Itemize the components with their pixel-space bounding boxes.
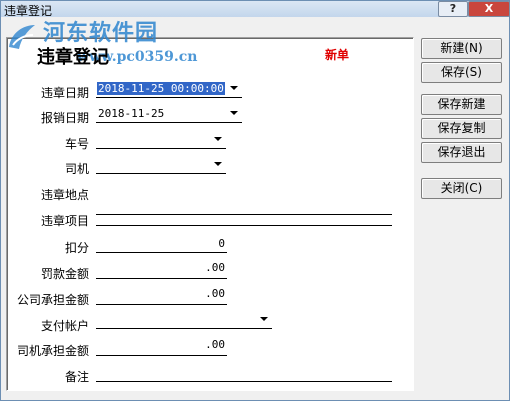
- violation-item-label: 违章项目: [41, 214, 90, 228]
- watermark-logo-icon: [9, 25, 35, 49]
- car-number-select[interactable]: [96, 132, 226, 148]
- save-button[interactable]: 保存(S): [421, 62, 502, 83]
- fine-value: .00: [205, 261, 225, 274]
- reimburse-date-value: 2018-11-25: [98, 107, 165, 120]
- field-underline: [96, 97, 242, 98]
- company-share-value: .00: [205, 287, 225, 300]
- driver-share-input[interactable]: .00: [96, 338, 227, 356]
- violation-date-label: 违章日期: [41, 86, 90, 100]
- help-button[interactable]: ?: [438, 1, 468, 17]
- remark-label: 备注: [65, 370, 90, 384]
- car-number-label: 车号: [65, 137, 90, 151]
- field-underline: [96, 173, 226, 174]
- save-new-button[interactable]: 保存新建: [421, 94, 502, 115]
- driver-share-label: 司机承担金额: [17, 344, 90, 358]
- driver-label: 司机: [65, 162, 90, 176]
- close-button[interactable]: 关闭(C): [421, 178, 502, 199]
- points-input[interactable]: 0: [96, 237, 227, 253]
- violation-item-input[interactable]: [96, 211, 392, 226]
- field-underline: [96, 122, 242, 123]
- fine-input[interactable]: .00: [96, 261, 227, 279]
- field-underline: [96, 148, 226, 149]
- reimburse-date-picker[interactable]: 2018-11-25: [96, 106, 242, 122]
- field-underline: [96, 328, 272, 329]
- save-exit-button[interactable]: 保存退出: [421, 142, 502, 163]
- chevron-down-icon[interactable]: [214, 137, 222, 141]
- pay-account-label: 支付帐户: [41, 319, 90, 333]
- status-badge: 新单: [325, 48, 350, 62]
- remark-input[interactable]: [96, 367, 392, 382]
- dialog-window: 违章登记 ? X 河东软件园 www.pc0359.cn 违章登记 新单 违章日…: [0, 0, 510, 401]
- fine-label: 罚款金额: [41, 267, 90, 281]
- points-value: 0: [218, 237, 225, 250]
- company-share-input[interactable]: .00: [96, 287, 227, 305]
- violation-date-picker[interactable]: 2018-11-25 00:00:00: [96, 81, 242, 97]
- close-window-button[interactable]: X: [468, 1, 510, 17]
- driver-select[interactable]: [96, 157, 226, 173]
- pay-account-select[interactable]: [96, 312, 272, 328]
- company-share-label: 公司承担金额: [17, 293, 90, 307]
- chevron-down-icon[interactable]: [230, 86, 238, 90]
- save-copy-button[interactable]: 保存复制: [421, 118, 502, 139]
- points-label: 扣分: [65, 241, 90, 255]
- driver-share-value: .00: [205, 338, 225, 351]
- location-label: 违章地点: [41, 188, 90, 202]
- chevron-down-icon[interactable]: [230, 111, 238, 115]
- form-heading: 违章登记: [37, 47, 109, 68]
- new-button[interactable]: 新建(N): [421, 38, 502, 59]
- chevron-down-icon[interactable]: [214, 162, 222, 166]
- reimburse-date-label: 报销日期: [41, 111, 90, 125]
- chevron-down-icon[interactable]: [260, 317, 268, 321]
- violation-date-value: 2018-11-25 00:00:00: [97, 82, 225, 95]
